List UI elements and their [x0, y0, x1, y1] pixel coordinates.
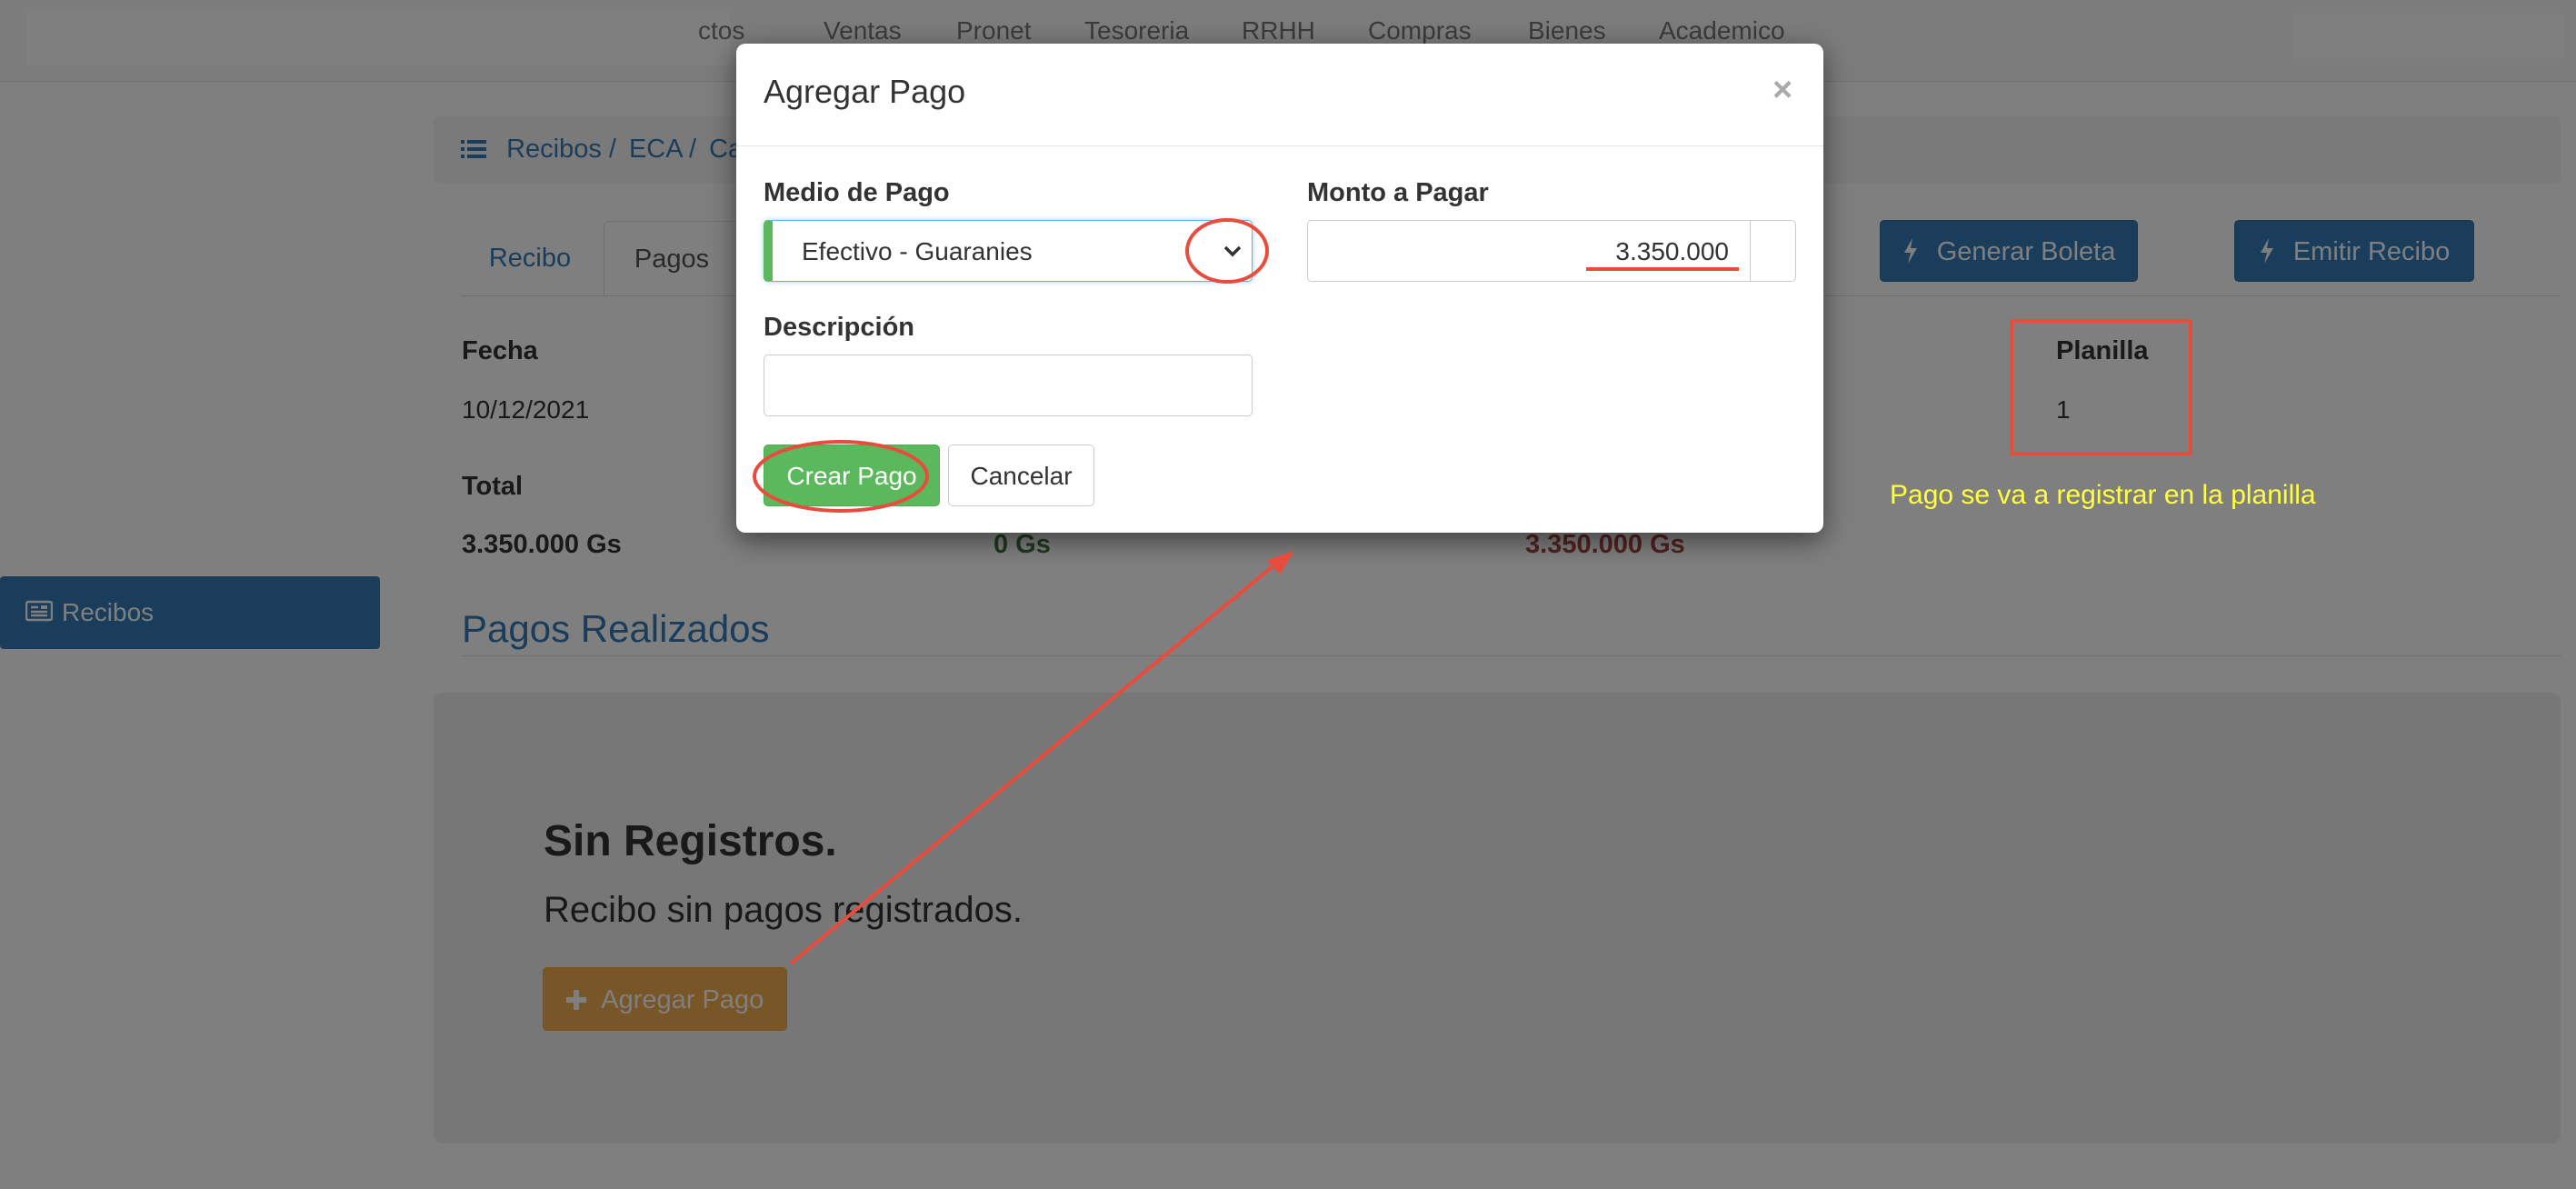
crear-pago-button[interactable]: Crear Pago	[764, 445, 940, 506]
modal-title: Agregar Pago	[764, 73, 966, 110]
descripcion-input[interactable]	[764, 355, 1253, 416]
annotation-note: Pago se va a registrar en la planilla	[1890, 480, 2316, 510]
modal-header-divider	[736, 145, 1823, 146]
chevron-down-icon[interactable]	[1223, 238, 1243, 268]
descripcion-label: Descripción	[764, 313, 914, 342]
monto-a-pagar-value: 3.350.000	[1615, 237, 1729, 265]
planilla-highlight-box	[2010, 319, 2192, 455]
monto-input-addon	[1750, 220, 1796, 282]
close-icon[interactable]: ×	[1772, 71, 1792, 110]
cancelar-button[interactable]: Cancelar	[948, 445, 1094, 506]
monto-a-pagar-label: Monto a Pagar	[1307, 178, 1489, 207]
medio-de-pago-label: Medio de Pago	[764, 178, 950, 207]
medio-de-pago-value: Efectivo - Guaranies	[802, 237, 1033, 265]
